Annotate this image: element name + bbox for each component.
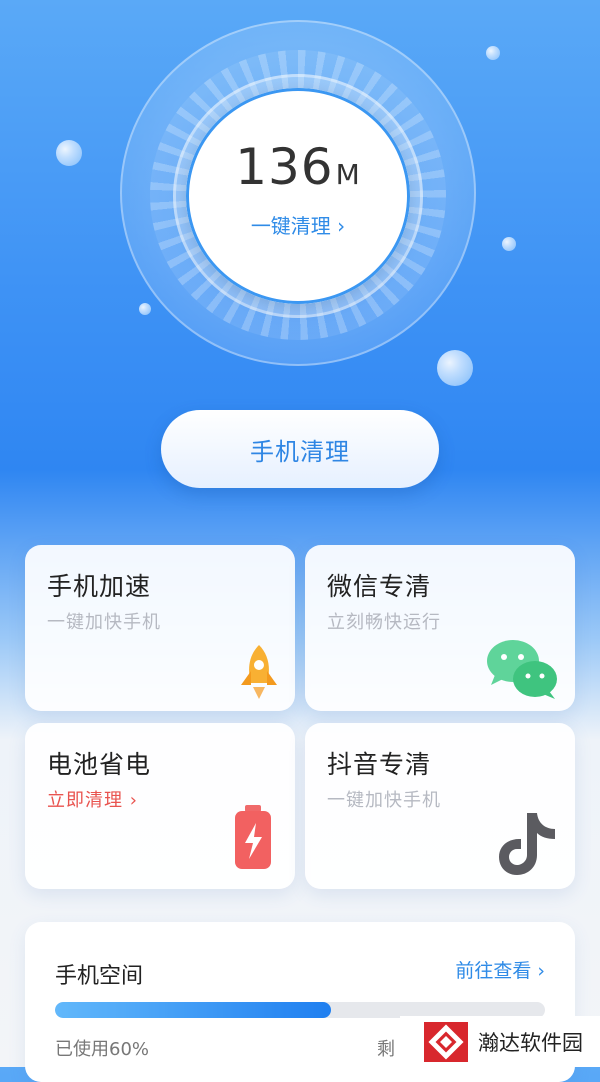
card-title: 手机加速 [47,572,152,601]
storage-title: 手机空间 [55,964,144,989]
junk-size-unit: M [335,158,361,191]
card-subtitle: 立刻畅快运行 [327,612,441,633]
card-douyin-clean[interactable]: 抖音专清 一键加快手机 [305,723,575,889]
battery-icon [235,805,271,869]
card-phone-speedup[interactable]: 手机加速 一键加快手机 [25,545,295,711]
tiktok-icon [499,813,555,875]
bubble-decoration [437,350,473,386]
clean-now-link[interactable]: 立即清理 › [47,786,138,812]
watermark-text: 瀚达软件园 [478,1030,583,1055]
card-title: 微信专清 [327,572,432,601]
bubble-decoration [139,303,151,315]
wechat-icon [487,640,557,699]
site-watermark: 瀚达软件园 [400,1016,600,1067]
phone-clean-button[interactable]: 手机清理 [161,410,439,488]
storage-progress-fill [55,1002,332,1018]
junk-size-number: 136 [235,138,334,196]
rocket-icon [241,645,277,699]
bubble-decoration [502,237,516,251]
storage-used-label: 已使用60% [55,1039,150,1060]
watermark-logo-icon [424,1021,468,1062]
card-subtitle: 一键加快手机 [327,790,441,811]
storage-remaining-label: 剩 [377,1039,395,1060]
card-subtitle: 一键加快手机 [47,612,161,633]
card-wechat-clean[interactable]: 微信专清 立刻畅快运行 [305,545,575,711]
one-click-clean-link[interactable]: 一键清理 › [186,210,410,239]
card-title: 抖音专清 [327,750,432,779]
card-title: 电池省电 [47,750,152,779]
bubble-decoration [56,140,82,166]
view-storage-link[interactable]: 前往查看 › [455,956,545,983]
junk-size-value: 136M [186,138,410,196]
cleaner-dial[interactable]: 136M 一键清理 › [186,88,410,304]
card-battery-saver[interactable]: 电池省电 立即清理 › [25,723,295,889]
bubble-decoration [486,46,500,60]
